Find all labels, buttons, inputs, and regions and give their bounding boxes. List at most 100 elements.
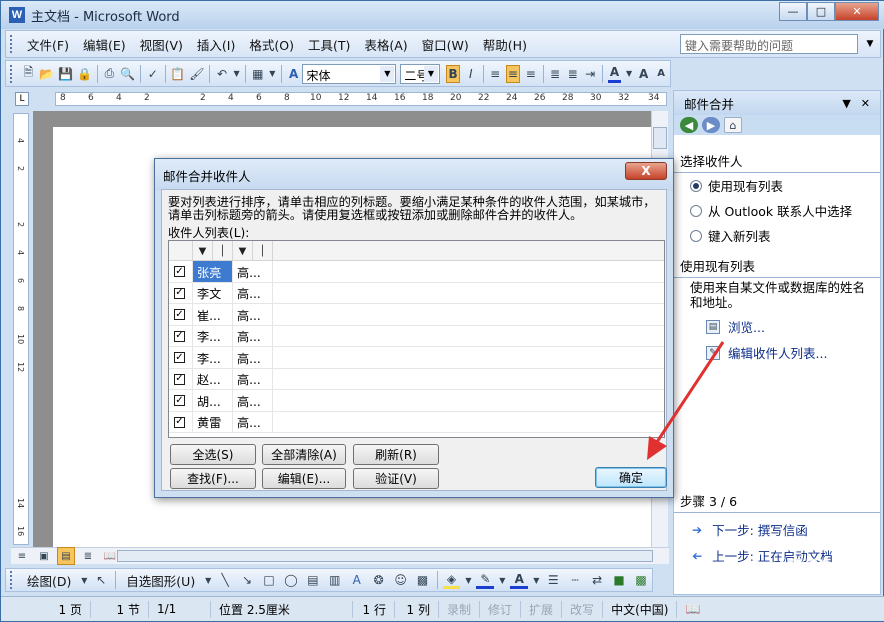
check-icon[interactable]: ✓ [174,287,185,299]
bullets-icon[interactable]: ≣ [566,65,580,83]
validate-button[interactable]: 验证(V) [353,468,439,489]
home-icon[interactable]: ⌂ [724,117,742,133]
insert-table-icon[interactable]: ▦ [251,65,265,83]
list-item[interactable]: ✓ 张亮 高... [169,261,664,283]
list-item[interactable]: ✓ 黄雷 高... [169,411,664,433]
checkbox[interactable]: ✓ [169,347,193,368]
clear-all-button[interactable]: 全部清除(A) [262,444,346,465]
edit-button[interactable]: 编辑(E)... [262,468,346,489]
menu-file[interactable]: 文件(F) [20,35,76,54]
minimize-button[interactable]: — [779,2,807,21]
undo-dropdown-icon[interactable]: ▼ [233,65,241,83]
dialog-title-bar[interactable]: 邮件合并收件人 [155,159,673,191]
select-all-button[interactable]: 全选(S) [170,444,256,465]
drawbar-grip[interactable] [10,571,14,589]
font-color-icon[interactable]: A [607,65,622,83]
checkbox[interactable]: ✓ [169,368,193,390]
print-view-icon[interactable]: ▤ [57,547,75,565]
dialog-close-button[interactable]: X [625,162,667,180]
next-step-link[interactable]: ➔ 下一步: 撰写信函 [674,513,880,539]
close-button[interactable]: ✕ [835,2,879,21]
undo-icon[interactable]: ↶ [215,65,229,83]
header-sort-column[interactable]: ▼ [193,241,213,261]
scroll-thumb[interactable] [653,127,667,149]
header-name-column[interactable]: │ [213,241,233,261]
picture-icon[interactable]: ▩ [414,571,432,589]
list-item[interactable]: ✓ 胡... 高... [169,390,664,412]
check-icon[interactable]: ✓ [174,373,185,385]
font-size-select[interactable]: 二号 ▼ [400,63,440,84]
refresh-button[interactable]: 刷新(R) [353,444,439,465]
check-icon[interactable]: ✓ [174,352,185,363]
save-icon[interactable]: 💾 [58,65,73,83]
draw-menu[interactable]: 绘图(D) [20,571,78,590]
check-icon[interactable]: ✓ [174,266,185,277]
status-rec[interactable]: 录制 [439,600,481,618]
fill-color-icon[interactable]: ◈ [442,571,461,589]
font-name-select[interactable]: 宋体 ▼ [302,63,397,84]
horizontal-ruler[interactable]: 8 6 4 2 2 4 6 8 10 12 14 16 18 20 22 24 … [55,92,667,106]
list-item[interactable]: ✓ 赵... 高... [169,368,664,390]
open-folder-icon[interactable]: 📂 [39,65,54,83]
outline-view-icon[interactable]: ≣ [79,547,97,565]
chevron-down-icon[interactable]: ▼ [498,571,506,589]
check-icon[interactable]: ✓ [174,395,185,406]
checkbox[interactable]: ✓ [169,282,193,304]
rectangle-icon[interactable]: □ [260,571,278,589]
check-icon[interactable]: ✓ [174,330,185,342]
check-icon[interactable]: ✓ [174,416,185,428]
status-trk[interactable]: 修订 [480,600,522,618]
recipient-list[interactable]: ▼ │ ▼ │ ✓ 张亮 高... ✓ 李文 高... ✓ 崔... 高... … [168,240,665,438]
browse-link[interactable]: ▤ 浏览... [674,310,880,336]
horizontal-scrollbar[interactable]: ≡ ▣ ▤ ≣ 📖 [11,547,669,565]
checkbox[interactable]: ✓ [169,325,193,347]
menu-help[interactable]: 帮助(H) [476,35,534,54]
list-item[interactable]: ✓ 崔... 高... [169,304,664,326]
checkbox[interactable]: ✓ [169,304,193,325]
shrink-font-icon[interactable]: A [654,65,668,83]
font-color-dropdown-icon[interactable]: ▼ [625,65,633,83]
menu-table[interactable]: 表格(A) [357,35,414,54]
select-pointer-icon[interactable]: ↖ [92,571,110,589]
menu-edit[interactable]: 编辑(E) [76,35,133,54]
radio-type-new-list[interactable]: 键入新列表 [674,223,880,248]
menu-format[interactable]: 格式(O) [242,35,301,54]
list-item[interactable]: ✓ 李文 高... [169,282,664,304]
list-item[interactable]: ✓ 李... 高... [169,347,664,369]
find-button[interactable]: 查找(F)... [170,468,256,489]
maximize-button[interactable]: □ [807,2,835,21]
status-ext[interactable]: 扩展 [521,600,563,618]
format-painter-icon[interactable]: 🖌 [189,65,204,83]
arrow-style-icon[interactable]: ⇄ [588,571,606,589]
forward-icon[interactable]: ▶ [702,117,720,133]
grow-font-icon[interactable]: A [637,65,651,83]
help-search-input[interactable]: 键入需要帮助的问题 [680,34,858,54]
styles-icon[interactable]: A [287,65,301,83]
paste-icon[interactable]: 📋 [170,65,185,83]
toolbar-options-icon[interactable]: ▼ [269,65,277,83]
3d-style-icon[interactable]: ▩ [632,571,650,589]
vertical-textbox-icon[interactable]: ▥ [326,571,344,589]
check-icon[interactable]: ✓ [174,309,185,320]
scroll-thumb[interactable] [117,550,653,562]
checkbox[interactable]: ✓ [169,261,193,282]
back-icon[interactable]: ◀ [680,117,698,133]
web-view-icon[interactable]: ▣ [35,547,53,565]
radio-button[interactable] [690,204,702,217]
indent-icon[interactable]: ⇥ [583,65,597,83]
edit-recipient-list-link[interactable]: ✎ 编辑收件人列表... [674,336,880,362]
header-filter-column[interactable]: ▼ [233,241,253,261]
ok-button[interactable]: 确定 [595,467,667,488]
tab-stop-selector[interactable]: L [15,92,29,106]
numbering-icon[interactable]: ≣ [548,65,562,83]
menu-insert[interactable]: 插入(I) [190,35,242,54]
menu-view[interactable]: 视图(V) [133,35,190,54]
checkbox[interactable]: ✓ [169,390,193,411]
print-icon[interactable]: ⎙ [103,65,117,83]
align-center-icon[interactable]: ≡ [505,64,520,83]
chevron-down-icon[interactable]: ▼ [532,571,540,589]
header-col2-column[interactable]: │ [253,241,273,261]
radio-use-existing[interactable]: 使用现有列表 [674,173,880,198]
font-color-icon[interactable]: A [510,571,529,589]
checkbox[interactable]: ✓ [169,411,193,433]
